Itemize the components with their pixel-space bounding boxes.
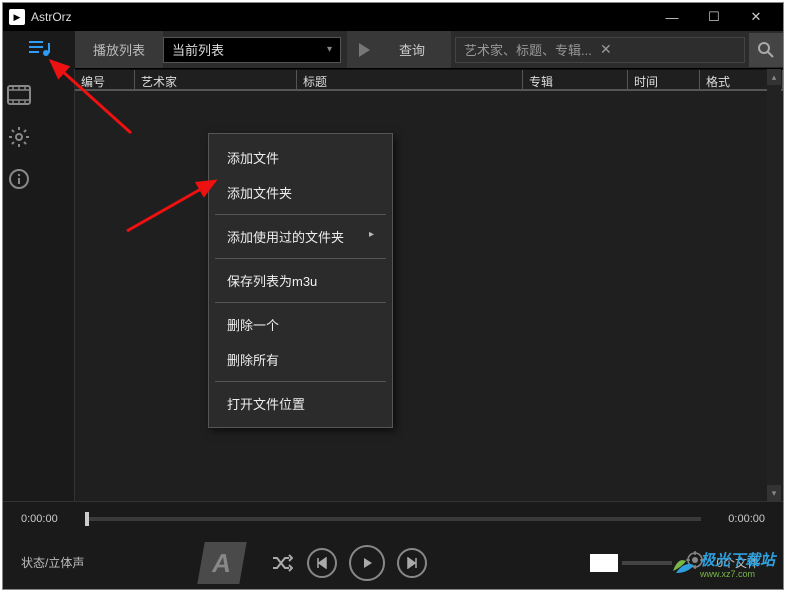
menu-delete-all[interactable]: 删除所有: [209, 342, 392, 377]
playlist-label: 播放列表: [75, 31, 163, 68]
app-title: AstrOrz: [31, 10, 651, 24]
play-button[interactable]: [351, 37, 377, 63]
search-input[interactable]: 艺术家、标题、专辑... ✕: [455, 37, 745, 63]
menu-separator: [215, 258, 386, 259]
menu-add-used-folder[interactable]: 添加使用过的文件夹: [209, 219, 392, 254]
menu-add-folder[interactable]: 添加文件夹: [209, 175, 392, 210]
watermark-brand: 极光下载站: [700, 552, 775, 569]
app-icon: [9, 9, 25, 25]
menu-add-file[interactable]: 添加文件: [209, 140, 392, 175]
previous-button[interactable]: [307, 548, 337, 578]
clear-search-icon[interactable]: ✕: [600, 41, 736, 58]
player-bar: 0:00:00 0:00:00 状态/立体声 A: [3, 501, 783, 589]
info-icon[interactable]: [3, 163, 35, 195]
settings-icon[interactable]: [3, 121, 35, 153]
play-pause-button[interactable]: [349, 545, 385, 581]
next-button[interactable]: [397, 548, 427, 578]
table-header: 编号 艺术家 标题 专辑 时间 格式: [75, 69, 783, 91]
volume-indicator: [590, 554, 618, 572]
col-time[interactable]: 时间: [628, 70, 700, 91]
watermark: 极光下载站 www.xz7.com: [670, 549, 775, 579]
content-area: 编号 艺术家 标题 专辑 时间 格式: [75, 69, 783, 501]
maximize-button[interactable]: ☐: [693, 3, 735, 31]
seek-knob[interactable]: [85, 512, 89, 526]
search-placeholder: 艺术家、标题、专辑...: [464, 40, 600, 59]
titlebar: AstrOrz — ☐ ✕: [3, 3, 783, 31]
watermark-icon: [670, 551, 696, 577]
dropdown-value: 当前列表: [172, 40, 224, 59]
status-text: 状态/立体声: [21, 554, 201, 571]
col-number[interactable]: 编号: [75, 70, 135, 91]
vertical-scrollbar[interactable]: ▴ ▾: [767, 69, 781, 501]
search-button[interactable]: [749, 33, 783, 67]
logo-badge: A: [197, 542, 246, 584]
time-elapsed: 0:00:00: [21, 513, 75, 525]
menu-open-location[interactable]: 打开文件位置: [209, 386, 392, 421]
video-icon[interactable]: [3, 79, 35, 111]
playlist-icon[interactable]: [23, 34, 55, 66]
sidebar: [3, 69, 75, 501]
shuffle-button[interactable]: [271, 554, 293, 572]
col-artist[interactable]: 艺术家: [135, 70, 297, 91]
context-menu: 添加文件 添加文件夹 添加使用过的文件夹 保存列表为m3u 删除一个 删除所有 …: [208, 133, 393, 428]
menu-separator: [215, 381, 386, 382]
query-button[interactable]: 查询: [377, 40, 447, 59]
scroll-up-icon[interactable]: ▴: [767, 69, 781, 85]
main-area: 编号 艺术家 标题 专辑 时间 格式: [3, 69, 783, 501]
menu-separator: [215, 214, 386, 215]
menu-delete-one[interactable]: 删除一个: [209, 307, 392, 342]
app-window: AstrOrz — ☐ ✕ 播放列表 当前列表 查询 艺术家、标题、专辑...: [2, 2, 784, 590]
col-album[interactable]: 专辑: [523, 70, 628, 91]
menu-separator: [215, 302, 386, 303]
scroll-track[interactable]: [767, 85, 781, 485]
toolbar: 播放列表 当前列表 查询 艺术家、标题、专辑... ✕: [75, 31, 783, 69]
minimize-button[interactable]: —: [651, 3, 693, 31]
watermark-domain: www.xz7.com: [700, 570, 775, 579]
col-title[interactable]: 标题: [297, 70, 523, 91]
seek-slider[interactable]: [85, 517, 701, 521]
table-body[interactable]: [75, 91, 783, 501]
close-button[interactable]: ✕: [735, 3, 777, 31]
scroll-down-icon[interactable]: ▾: [767, 485, 781, 501]
time-total: 0:00:00: [711, 513, 765, 525]
volume-slider[interactable]: [622, 561, 672, 565]
playlist-dropdown[interactable]: 当前列表: [163, 37, 341, 63]
menu-save-m3u[interactable]: 保存列表为m3u: [209, 263, 392, 298]
